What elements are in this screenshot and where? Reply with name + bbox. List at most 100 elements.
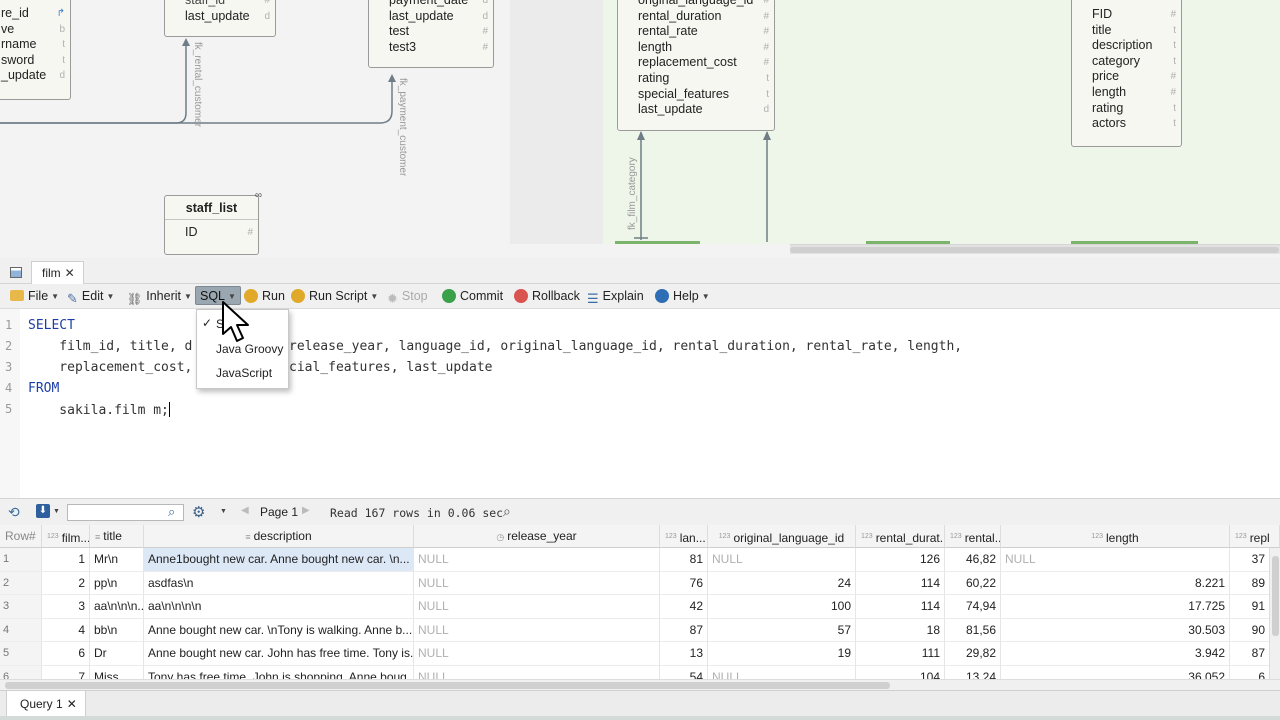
cell-film-id[interactable]: 6 <box>42 642 90 666</box>
col-header-film-id[interactable]: 123 film... <box>42 525 90 548</box>
cell-release-year[interactable]: NULL <box>414 665 660 679</box>
cell-original-language-id[interactable]: 100 <box>708 595 856 619</box>
cell-description[interactable]: aa\n\n\n\n <box>144 595 414 619</box>
col-header-release-year[interactable]: ◷ release_year <box>414 525 660 548</box>
entity-customer-partial[interactable]: re_id ↱ ve b rname t sword t _update d <box>0 0 71 100</box>
commit-button[interactable]: Commit <box>439 287 506 306</box>
cell-replacement-cost[interactable]: 6 <box>1230 665 1270 679</box>
close-icon[interactable]: ✕ <box>65 266 75 280</box>
cell-rental-duration[interactable]: 104 <box>856 665 945 679</box>
er-diagram[interactable]: re_id ↱ ve b rname t sword t _update d staff_… <box>0 0 1280 258</box>
cell-rental-rate[interactable]: 81,56 <box>945 618 1001 642</box>
col-header-language-id[interactable]: 123 lan... <box>660 525 708 548</box>
grid-horizontal-scrollbar[interactable] <box>0 679 1280 690</box>
cell-title[interactable]: Miss <box>90 665 144 679</box>
cell-length[interactable]: 17.725 <box>1001 595 1230 619</box>
cell-language-id[interactable]: 13 <box>660 642 708 666</box>
close-icon[interactable]: ✕ <box>67 697 77 711</box>
sql-editor[interactable]: 1 2 3 4 5 SELECT film_id, title, d relea… <box>0 309 1280 498</box>
cell-replacement-cost[interactable]: 87 <box>1230 642 1270 666</box>
scrollbar-thumb[interactable] <box>1272 556 1279 636</box>
chevron-down-icon[interactable]: ▼ <box>220 508 227 515</box>
cell-release-year[interactable]: NULL <box>414 595 660 619</box>
cell-description[interactable]: Anne bought new car. John has free time.… <box>144 642 414 666</box>
grid-vertical-scrollbar[interactable] <box>1269 548 1280 679</box>
scrollbar-thumb[interactable] <box>790 247 1279 253</box>
cell-film-id[interactable]: 7 <box>42 665 90 679</box>
filter-input[interactable] <box>67 504 184 521</box>
menu-item-javascript[interactable]: JavaScript <box>216 362 272 384</box>
col-header-original-language-id[interactable]: 123 original_language_id <box>708 525 856 548</box>
cell-release-year[interactable]: NULL <box>414 618 660 642</box>
cell-title[interactable]: bb\n <box>90 618 144 642</box>
cell-length[interactable]: 36.052 <box>1001 665 1230 679</box>
run-script-button[interactable]: Run Script ▼ <box>288 287 381 306</box>
cell-release-year[interactable]: NULL <box>414 548 660 572</box>
result-grid[interactable]: Row# 123 film... ≡ title ≡ description ◷ rel… <box>0 525 1280 679</box>
cell-rental-duration[interactable]: 111 <box>856 642 945 666</box>
help-menu-button[interactable]: Help ▼ <box>652 287 713 306</box>
cell-length[interactable]: 3.942 <box>1001 642 1230 666</box>
stop-button[interactable]: ✹ Stop <box>384 287 431 306</box>
cell-rental-rate[interactable]: 74,94 <box>945 595 1001 619</box>
entity-rental-partial[interactable]: staff_id # last_update d <box>164 0 276 37</box>
cell-rental-duration[interactable]: 114 <box>856 595 945 619</box>
search-icon[interactable]: ⌕ <box>168 504 175 520</box>
tab-query-1[interactable]: Query 1 ✕ <box>6 691 86 717</box>
scrollbar-thumb[interactable] <box>5 682 890 689</box>
cell-original-language-id[interactable]: 19 <box>708 642 856 666</box>
cell-replacement-cost[interactable]: 90 <box>1230 618 1270 642</box>
cell-replacement-cost[interactable]: 89 <box>1230 571 1270 595</box>
cell-film-id[interactable]: 1 <box>42 548 90 572</box>
cell-replacement-cost[interactable]: 37 <box>1230 548 1270 572</box>
cell-language-id[interactable]: 42 <box>660 595 708 619</box>
cell-original-language-id[interactable]: NULL <box>708 665 856 679</box>
cell-original-language-id[interactable]: 57 <box>708 618 856 642</box>
cell-title[interactable]: Dr <box>90 642 144 666</box>
file-menu-button[interactable]: File ▼ <box>7 287 62 306</box>
gear-icon[interactable]: ⚙ <box>192 503 205 521</box>
cell-original-language-id[interactable]: 24 <box>708 571 856 595</box>
cell-title[interactable]: Mr\n <box>90 548 144 572</box>
entity-film-partial[interactable]: original_language_id # rental_duration # r… <box>617 0 775 131</box>
cell-description[interactable]: asdfas\n <box>144 571 414 595</box>
cell-rental-duration[interactable]: 18 <box>856 618 945 642</box>
cell-length[interactable]: NULL <box>1001 548 1230 572</box>
cell-length[interactable]: 8.221 <box>1001 571 1230 595</box>
col-header-description[interactable]: ≡ description <box>144 525 414 548</box>
cell-title[interactable]: aa\n\n\n... <box>90 595 144 619</box>
col-header-rental-duration[interactable]: 123 rental_durat... <box>856 525 945 548</box>
cell-language-id[interactable]: 81 <box>660 548 708 572</box>
prev-page-icon[interactable]: ◀ <box>241 505 249 516</box>
col-header-rental-rate[interactable]: 123 rental... <box>945 525 1001 548</box>
cell-film-id[interactable]: 2 <box>42 571 90 595</box>
next-page-icon[interactable]: ▶ <box>302 505 310 516</box>
tab-film[interactable]: film ✕ <box>10 261 84 284</box>
diagram-horizontal-scrollbar[interactable] <box>790 244 1280 254</box>
cell-language-id[interactable]: 54 <box>660 665 708 679</box>
export-icon[interactable]: ⬇ <box>36 504 50 518</box>
cell-rental-duration[interactable]: 126 <box>856 548 945 572</box>
cell-release-year[interactable]: NULL <box>414 642 660 666</box>
cell-release-year[interactable]: NULL <box>414 571 660 595</box>
inherit-menu-button[interactable]: ⛓ Inherit ▼ <box>124 287 195 306</box>
cell-description[interactable]: Anne1bought new car. Anne bought new car… <box>144 548 414 572</box>
search-icon[interactable]: ⌕ <box>503 503 511 520</box>
explain-button[interactable]: ☰ Explain <box>584 287 647 306</box>
cell-title[interactable]: pp\n <box>90 571 144 595</box>
entity-film-list-partial[interactable]: FID # title t description t category t price… <box>1071 0 1182 147</box>
cell-rental-rate[interactable]: 60,22 <box>945 571 1001 595</box>
col-header-replacement-cost[interactable]: 123 repl <box>1230 525 1280 548</box>
cell-rental-duration[interactable]: 114 <box>856 571 945 595</box>
entity-staff-list[interactable]: staff_list ID # ∞ <box>164 190 262 255</box>
cell-language-id[interactable]: 87 <box>660 618 708 642</box>
chevron-down-icon[interactable]: ▼ <box>53 508 60 515</box>
refresh-icon[interactable]: ⟲ <box>8 504 20 521</box>
cell-replacement-cost[interactable]: 91 <box>1230 595 1270 619</box>
cell-rental-rate[interactable]: 46,82 <box>945 548 1001 572</box>
col-header-length[interactable]: 123 length <box>1001 525 1230 548</box>
cell-original-language-id[interactable]: NULL <box>708 548 856 572</box>
cell-film-id[interactable]: 4 <box>42 618 90 642</box>
col-header-title[interactable]: ≡ title <box>90 525 144 548</box>
cell-rental-rate[interactable]: 29,82 <box>945 642 1001 666</box>
